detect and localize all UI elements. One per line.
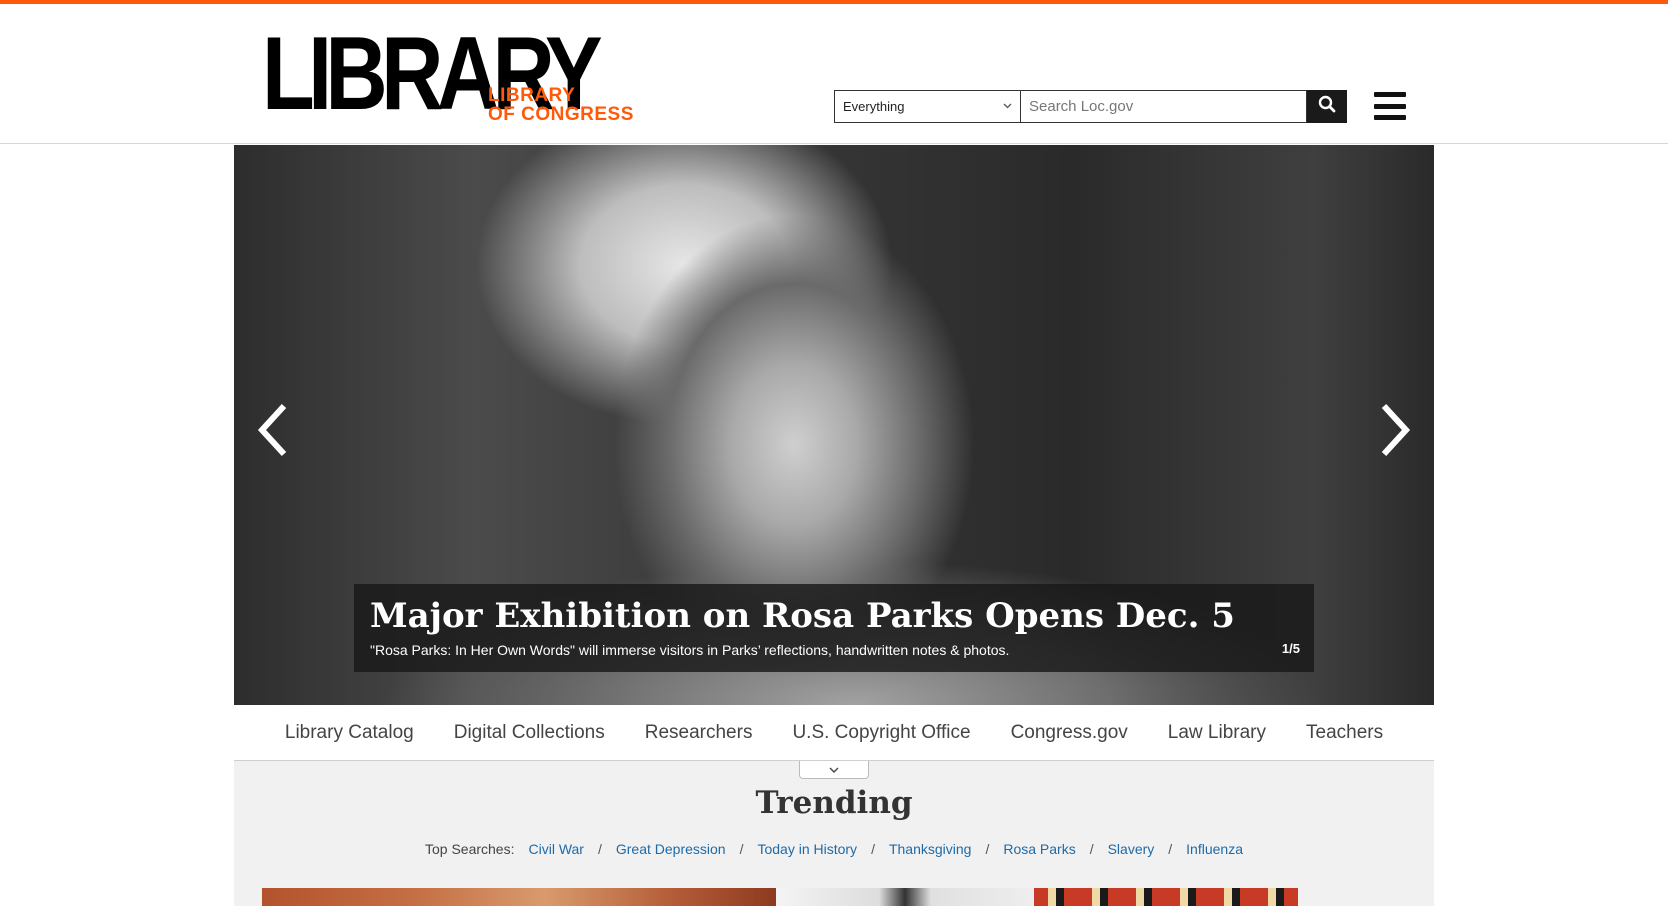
chevron-right-icon [1381,403,1411,457]
nav-item-researchers[interactable]: Researchers [645,722,753,744]
search-bar: Everything Search Loc.gov [834,90,1347,123]
separator: / [1089,841,1094,857]
top-searches-label: Top Searches: [424,841,515,857]
top-search-link[interactable]: Influenza [1186,841,1243,857]
trending-thumbnail[interactable] [1034,888,1298,906]
chevron-left-icon [257,403,287,457]
carousel-caption[interactable]: Major Exhibition on Rosa Parks Opens Dec… [354,584,1314,672]
nav-item-copyright-office[interactable]: U.S. Copyright Office [792,722,970,744]
nav-item-digital-collections[interactable]: Digital Collections [454,722,605,744]
site-header: LIBRARY LIBRARY OF CONGRESS Everything S… [0,4,1668,144]
nav-item-teachers[interactable]: Teachers [1306,722,1383,744]
search-input[interactable]: Search Loc.gov [1020,90,1307,123]
separator: / [1168,841,1173,857]
top-searches: Top Searches: Civil War / Great Depressi… [234,841,1434,857]
top-search-link[interactable]: Thanksgiving [889,841,972,857]
main-nav: Library Catalog Digital Collections Rese… [234,705,1434,761]
carousel-description: "Rosa Parks: In Her Own Words" will imme… [370,642,1010,658]
separator: / [739,841,744,857]
top-search-link[interactable]: Rosa Parks [1003,841,1075,857]
carousel-counter: 1/5 [1281,641,1300,656]
trending-section: Trending Top Searches: Civil War / Great… [234,761,1434,906]
trending-heading: Trending [755,785,913,821]
nav-item-law-library[interactable]: Law Library [1168,722,1266,744]
carousel-title: Major Exhibition on Rosa Parks Opens Dec… [370,596,1235,636]
top-search-link[interactable]: Civil War [528,841,583,857]
logo-subtitle-line2: OF CONGRESS [488,104,634,125]
nav-item-library-catalog[interactable]: Library Catalog [285,722,414,744]
menu-line [1374,103,1406,109]
top-search-link[interactable]: Great Depression [616,841,726,857]
hero-carousel: Major Exhibition on Rosa Parks Opens Dec… [234,145,1434,705]
search-icon [1318,95,1336,118]
menu-line [1374,92,1406,97]
hamburger-menu-icon[interactable] [1374,92,1406,120]
logo-subtitle-line1: LIBRARY [488,85,576,106]
nav-item-congress-gov[interactable]: Congress.gov [1011,722,1128,744]
menu-line [1374,115,1406,120]
carousel-next-button[interactable] [1376,400,1416,460]
trending-thumbnail[interactable] [262,888,776,906]
nav-expand-toggle[interactable] [799,761,869,779]
carousel-prev-button[interactable] [252,400,292,460]
search-scope-value: Everything [843,99,905,114]
logo-subtitle: LIBRARY OF CONGRESS [488,86,634,124]
top-search-link[interactable]: Today in History [757,841,857,857]
separator: / [985,841,990,857]
chevron-down-icon [1003,101,1012,112]
separator: / [597,841,602,857]
separator: / [871,841,875,857]
search-scope-select[interactable]: Everything [834,90,1020,123]
site-logo[interactable]: LIBRARY LIBRARY OF CONGRESS [262,22,642,126]
trending-thumbnail[interactable] [776,888,1034,906]
search-button[interactable] [1307,90,1347,123]
top-search-link[interactable]: Slavery [1108,841,1155,857]
trending-thumbnails [262,888,1298,906]
chevron-down-icon [829,767,839,773]
